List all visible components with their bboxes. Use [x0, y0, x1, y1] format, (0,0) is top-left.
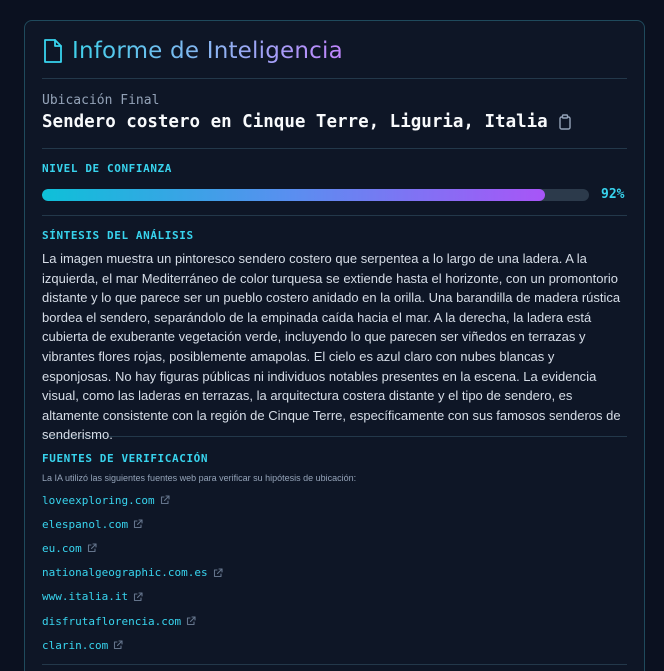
source-item: nationalgeographic.com.es	[42, 561, 627, 585]
source-item: clarin.com	[42, 633, 627, 657]
source-link-label: nationalgeographic.com.es	[42, 566, 208, 580]
final-location-label: Ubicación Final	[42, 93, 160, 108]
confidence-bar-fill	[42, 188, 546, 201]
sources-title: FUENTES DE VERIFICACIÓN	[42, 452, 209, 465]
source-list: loveexploring.com elespanol.com eu.com nati…	[42, 488, 627, 657]
source-link[interactable]: eu.com	[42, 542, 97, 555]
external-link-icon	[113, 640, 123, 650]
report-title: Informe de Inteligencia	[72, 37, 343, 64]
source-link[interactable]: disfrutaflorencia.com	[42, 615, 196, 628]
synthesis-text: La imagen muestra un pintoresco sendero …	[42, 251, 621, 443]
source-item: elespanol.com	[42, 512, 627, 536]
external-link-icon	[186, 616, 196, 626]
source-link[interactable]: nationalgeographic.com.es	[42, 566, 223, 579]
source-link-label: eu.com	[42, 541, 82, 555]
source-link-label: clarin.com	[42, 638, 109, 652]
final-location-value: Sendero costero en Cinque Terre, Liguria…	[42, 112, 548, 132]
confidence-section: NIVEL DE CONFIANZA 92%	[42, 149, 627, 216]
external-link-icon	[133, 592, 143, 602]
source-link[interactable]: clarin.com	[42, 639, 123, 652]
intelligence-report-panel: Informe de Inteligencia Ubicación Final …	[24, 20, 645, 671]
source-link-label: disfrutaflorencia.com	[42, 614, 182, 628]
source-item: disfrutaflorencia.com	[42, 609, 627, 633]
final-location-section: Ubicación Final Sendero costero en Cinqu…	[42, 79, 627, 149]
verification-sources-section: FUENTES DE VERIFICACIÓN La IA utilizó la…	[42, 437, 627, 657]
source-item: eu.com	[42, 536, 627, 560]
source-link-label: elespanol.com	[42, 517, 129, 531]
external-link-icon	[160, 495, 170, 505]
report-header: Informe de Inteligencia	[42, 21, 627, 79]
document-icon	[42, 38, 64, 64]
clipboard-icon[interactable]	[558, 114, 572, 130]
external-link-icon	[213, 568, 223, 578]
source-link-label: www.italia.it	[42, 590, 129, 604]
divider	[42, 664, 627, 665]
external-link-icon	[133, 519, 143, 529]
source-item: loveexploring.com	[42, 488, 627, 512]
source-link[interactable]: www.italia.it	[42, 590, 143, 603]
source-link[interactable]: elespanol.com	[42, 518, 143, 531]
confidence-percent: 92%	[601, 187, 625, 202]
confidence-title: NIVEL DE CONFIANZA	[42, 162, 173, 175]
confidence-bar	[42, 188, 589, 201]
synthesis-title: SÍNTESIS DEL ANÁLISIS	[42, 229, 194, 242]
source-link-label: loveexploring.com	[42, 493, 155, 507]
source-link[interactable]: loveexploring.com	[42, 494, 170, 507]
sources-intro: La IA utilizó las siguientes fuentes web…	[42, 473, 357, 483]
analysis-synthesis-section: SÍNTESIS DEL ANÁLISIS La imagen muestra …	[42, 216, 627, 442]
external-link-icon	[87, 543, 97, 553]
source-item: www.italia.it	[42, 585, 627, 609]
